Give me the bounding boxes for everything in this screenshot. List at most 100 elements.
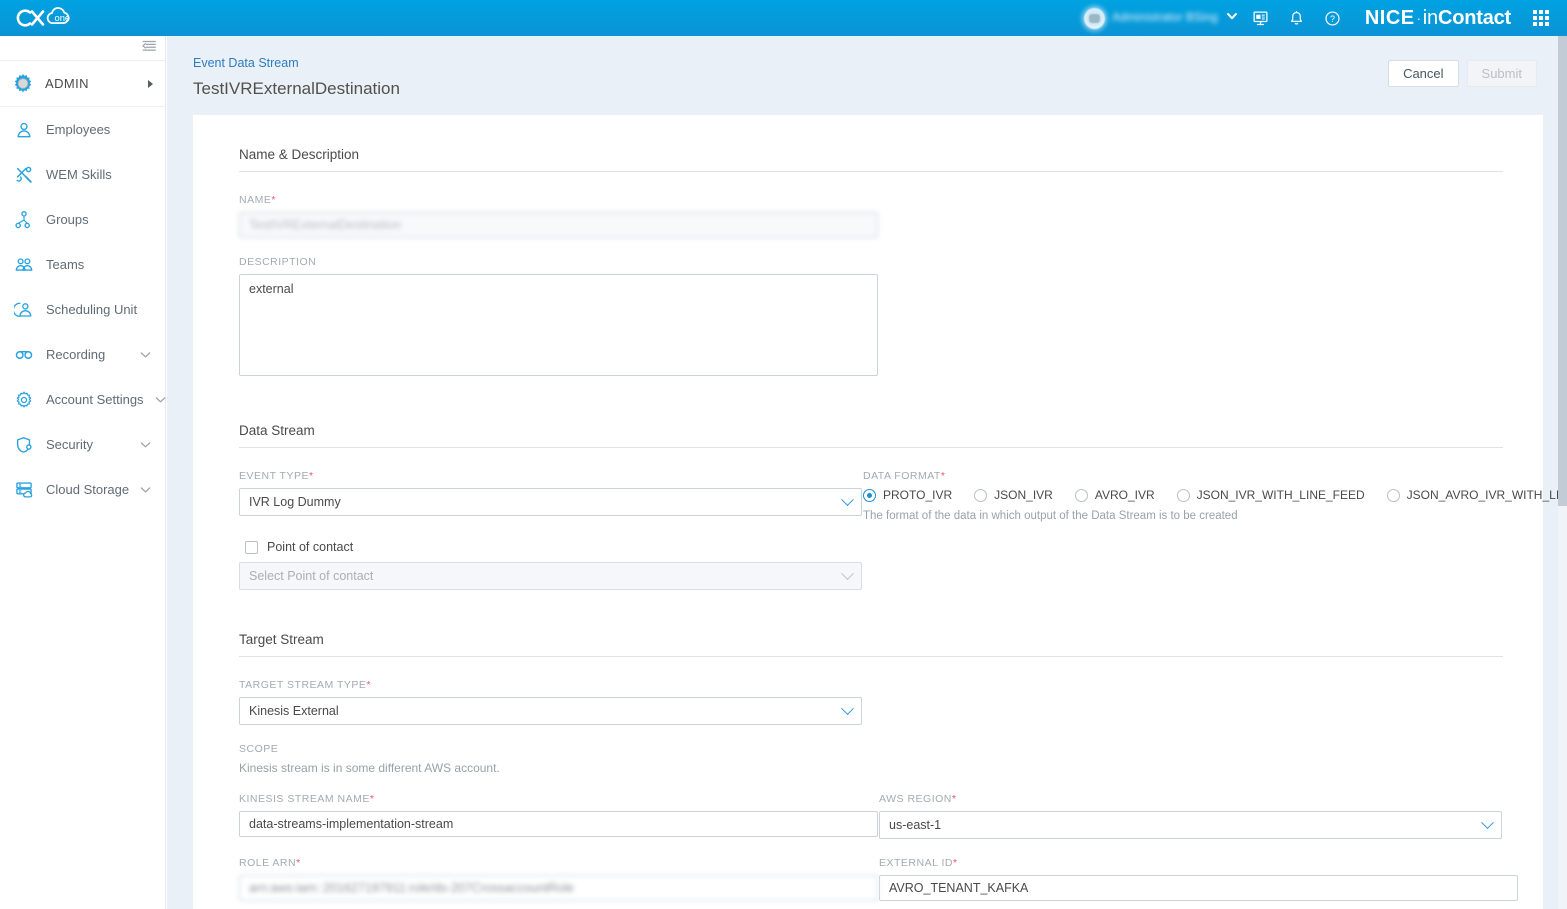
page-actions: Cancel Submit bbox=[1388, 56, 1537, 87]
sidebar-item-security[interactable]: Security bbox=[0, 422, 165, 467]
target-stream-type-select[interactable]: Kinesis External bbox=[239, 697, 862, 725]
sidebar-item-label-account-settings: Account Settings bbox=[46, 392, 144, 407]
scrollbar-thumb[interactable] bbox=[1558, 36, 1567, 506]
sidebar-item-label-admin: ADMIN bbox=[45, 76, 89, 91]
radio-dot-icon[interactable] bbox=[1176, 488, 1190, 502]
sidebar-item-scheduling-unit[interactable]: Scheduling Unit bbox=[0, 287, 165, 332]
presentation-icon[interactable] bbox=[1243, 0, 1279, 36]
cancel-button[interactable]: Cancel bbox=[1388, 60, 1459, 87]
radio-json-avro-ivr-with-line-feed[interactable]: JSON_AVRO_IVR_WITH_LINE_FEED bbox=[1386, 488, 1559, 502]
caret-right-icon[interactable] bbox=[148, 79, 153, 88]
aws-region-select[interactable]: us-east-1 bbox=[879, 811, 1502, 839]
user-menu[interactable]: Administrator BSing bbox=[1084, 7, 1242, 29]
gear-icon bbox=[13, 389, 35, 411]
app-grid-icon[interactable] bbox=[1523, 0, 1559, 36]
point-of-contact-label: Point of contact bbox=[267, 540, 354, 554]
section-title-data-stream: Data Stream bbox=[239, 423, 1503, 448]
point-of-contact-checkbox-row[interactable]: Point of contact bbox=[245, 540, 862, 554]
field-kinesis-stream-name: KINESIS STREAM NAME* bbox=[239, 793, 878, 837]
field-external-id: EXTERNAL ID* bbox=[879, 857, 1518, 901]
gear-admin-icon bbox=[12, 73, 34, 95]
sidebar-item-admin[interactable]: ADMIN bbox=[0, 61, 165, 107]
recording-icon bbox=[13, 344, 35, 366]
sidebar-item-wem-skills[interactable]: WEM Skills bbox=[0, 152, 165, 197]
radio-json-ivr[interactable]: JSON_IVR bbox=[974, 488, 1053, 502]
radio-json-ivr-with-line-feed[interactable]: JSON_IVR_WITH_LINE_FEED bbox=[1176, 488, 1365, 502]
sidebar-item-label-employees: Employees bbox=[46, 122, 111, 137]
sidebar-item-account-settings[interactable]: Account Settings bbox=[0, 377, 165, 422]
external-id-input[interactable] bbox=[879, 875, 1518, 901]
radio-dot-selected-icon[interactable] bbox=[863, 488, 876, 502]
chevron-down-icon[interactable] bbox=[140, 481, 151, 499]
point-of-contact-checkbox[interactable] bbox=[245, 540, 258, 554]
radio-dot-icon[interactable] bbox=[1386, 488, 1400, 502]
required-marker: * bbox=[369, 793, 375, 805]
cxone-logo[interactable]: one bbox=[10, 1, 130, 35]
event-type-value: IVR Log Dummy bbox=[249, 495, 341, 509]
field-label-target-stream-type: TARGET STREAM TYPE* bbox=[239, 679, 1503, 691]
data-format-helper-text: The format of the data in which output o… bbox=[863, 510, 1238, 522]
chevron-down-icon[interactable] bbox=[841, 492, 854, 506]
avatar bbox=[1084, 7, 1106, 29]
required-marker: * bbox=[366, 679, 372, 691]
sidebar-item-label-wem-skills: WEM Skills bbox=[46, 167, 112, 182]
data-stream-columns: EVENT TYPE* IVR Log Dummy Point of conta… bbox=[239, 470, 1559, 590]
field-label-description: DESCRIPTION bbox=[239, 256, 317, 268]
radio-dot-icon[interactable] bbox=[1074, 488, 1088, 502]
description-textarea[interactable] bbox=[239, 274, 878, 376]
collapse-sidebar-icon[interactable] bbox=[141, 39, 157, 58]
field-label-external-id: EXTERNAL ID* bbox=[879, 857, 1518, 869]
role-arn-column: ROLE ARN* bbox=[239, 857, 878, 909]
shield-icon bbox=[13, 434, 35, 456]
chevron-down-icon[interactable] bbox=[1481, 815, 1494, 829]
field-label-external-id-text: EXTERNAL ID bbox=[879, 857, 953, 869]
brand-nice: NICE bbox=[1364, 6, 1415, 29]
kinesis-stream-name-column: KINESIS STREAM NAME* bbox=[239, 793, 878, 857]
sidebar-item-label-scheduling-unit: Scheduling Unit bbox=[46, 302, 138, 317]
target-stream-row-2: ROLE ARN* EXTERNAL ID* bbox=[239, 857, 1518, 909]
field-label-data-format-text: DATA FORMAT bbox=[863, 470, 941, 482]
aws-region-column: AWS REGION* us-east-1 bbox=[879, 793, 1503, 857]
point-of-contact-placeholder: Select Point of contact bbox=[249, 569, 374, 583]
sidebar-item-recording[interactable]: Recording bbox=[0, 332, 165, 377]
sidebar-item-teams[interactable]: Teams bbox=[0, 242, 165, 287]
sidebar-item-employees[interactable]: Employees bbox=[0, 107, 165, 152]
vertical-scrollbar[interactable] bbox=[1558, 36, 1567, 909]
field-label-target-stream-type-text: TARGET STREAM TYPE bbox=[239, 679, 367, 691]
chevron-down-icon[interactable] bbox=[140, 436, 151, 454]
field-event-type: EVENT TYPE* IVR Log Dummy bbox=[239, 470, 862, 516]
radio-dot-icon[interactable] bbox=[974, 488, 988, 502]
field-role-arn: ROLE ARN* bbox=[239, 857, 878, 901]
sidebar-item-label-security: Security bbox=[46, 437, 93, 452]
submit-button: Submit bbox=[1466, 60, 1537, 87]
header-right-cluster: Administrator BSing ? NICE · inContact bbox=[1084, 0, 1567, 36]
tools-icon bbox=[13, 164, 35, 186]
radio-proto-ivr[interactable]: PROTO_IVR bbox=[863, 488, 952, 502]
brand-in: in bbox=[1422, 6, 1438, 29]
bell-icon[interactable] bbox=[1279, 0, 1315, 36]
kinesis-stream-name-input[interactable] bbox=[239, 811, 878, 837]
left-sidebar: ADMIN Employees WEM Skills Groups Teams … bbox=[0, 36, 166, 909]
user-name-label: Administrator BSing bbox=[1112, 12, 1218, 24]
chevron-down-icon[interactable] bbox=[140, 346, 151, 364]
group-nodes-icon bbox=[13, 209, 35, 231]
role-arn-input[interactable] bbox=[239, 875, 878, 901]
radio-avro-ivr[interactable]: AVRO_IVR bbox=[1074, 488, 1155, 502]
main-content: Event Data Stream TestIVRExternalDestina… bbox=[180, 36, 1559, 909]
field-label-event-type: EVENT TYPE* bbox=[239, 470, 862, 482]
help-circle-icon[interactable]: ? bbox=[1315, 0, 1351, 36]
sidebar-item-groups[interactable]: Groups bbox=[0, 197, 165, 242]
teams-icon bbox=[13, 254, 35, 276]
sidebar-item-cloud-storage[interactable]: Cloud Storage bbox=[0, 467, 165, 512]
field-label-role-arn: ROLE ARN* bbox=[239, 857, 878, 869]
chevron-down-icon[interactable] bbox=[1225, 9, 1239, 28]
field-target-stream-type: TARGET STREAM TYPE* Kinesis External bbox=[239, 679, 1503, 725]
event-type-select[interactable]: IVR Log Dummy bbox=[239, 488, 862, 516]
chevron-down-icon[interactable] bbox=[841, 701, 854, 715]
page-title: TestIVRExternalDestination bbox=[193, 79, 400, 98]
data-format-radio-group: PROTO_IVR JSON_IVR AVRO_IVR JSON_IVR_WIT… bbox=[863, 488, 1559, 502]
chevron-down-icon bbox=[841, 566, 854, 580]
chevron-down-icon[interactable] bbox=[155, 391, 166, 409]
brand-contact: Contact bbox=[1437, 6, 1511, 29]
breadcrumb[interactable]: Event Data Stream bbox=[193, 56, 1388, 70]
